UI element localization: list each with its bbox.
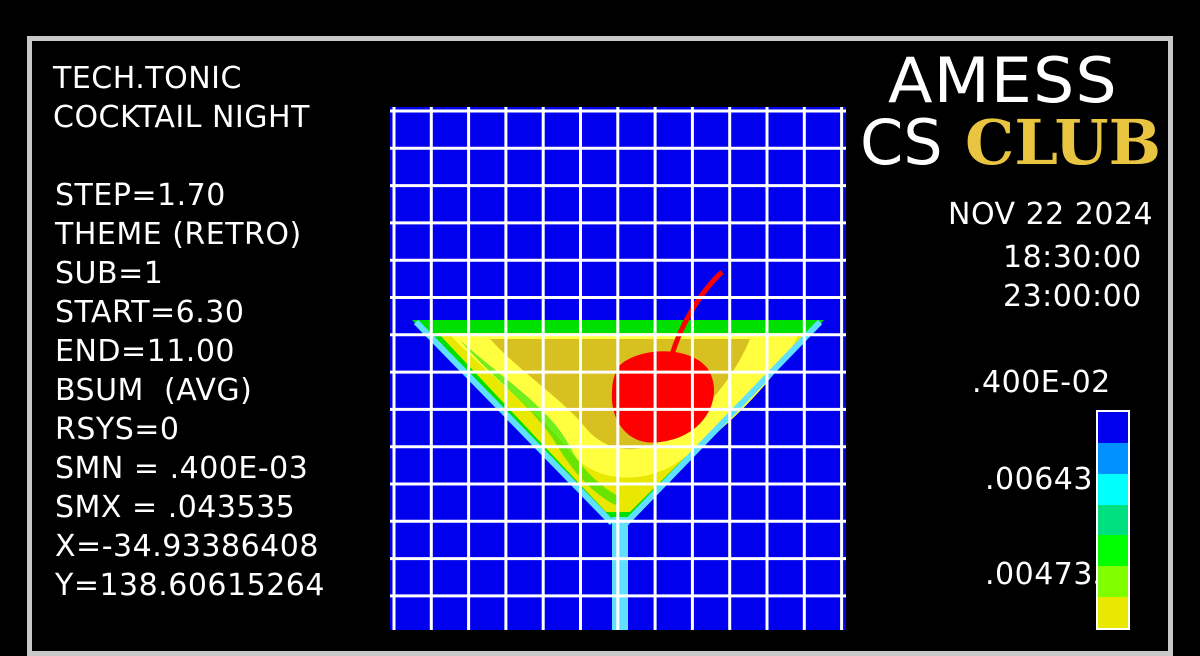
glass-stem	[612, 517, 628, 630]
event-start-time: 18:30:00	[1003, 240, 1142, 275]
legend-swatch	[1098, 566, 1128, 599]
legend-color-bar	[1096, 410, 1130, 630]
brand-cs: CS	[860, 106, 943, 179]
legend-swatch	[1098, 535, 1128, 568]
title-line-1: TECH.TONIC	[53, 61, 242, 96]
param-theme: THEME (RETRO)	[55, 217, 302, 252]
cocktail-glass-plot	[390, 107, 846, 630]
param-bsum: BSUM (AVG)	[55, 373, 253, 408]
legend-swatch	[1098, 442, 1128, 475]
legend-swatch	[1098, 504, 1128, 537]
param-start: START=6.30	[55, 295, 245, 330]
param-sub: SUB=1	[55, 256, 164, 291]
event-date: NOV 22 2024	[948, 197, 1154, 232]
legend-label-top: .400E-02	[972, 365, 1111, 400]
title-line-2: COCKTAIL NIGHT	[53, 100, 310, 135]
legend-swatch	[1098, 597, 1128, 628]
legend-label-mid: .006431	[985, 462, 1113, 497]
param-end: END=11.00	[55, 334, 236, 369]
brand-amess: AMESS	[888, 44, 1118, 117]
param-smn: SMN = .400E-03	[55, 451, 309, 486]
legend-label-low: .004735	[985, 557, 1113, 592]
event-end-time: 23:00:00	[1003, 279, 1142, 314]
legend-swatch	[1098, 473, 1128, 506]
param-smx: SMX = .043535	[55, 490, 296, 525]
legend-swatch	[1098, 412, 1128, 444]
contour-plot-area	[390, 107, 846, 630]
param-x: X=-34.93386408	[55, 529, 319, 564]
param-y: Y=138.60615264	[55, 568, 325, 603]
param-rsys: RSYS=0	[55, 412, 180, 447]
param-step: STEP=1.70	[55, 178, 226, 213]
brand-club: CLUB	[965, 106, 1162, 179]
